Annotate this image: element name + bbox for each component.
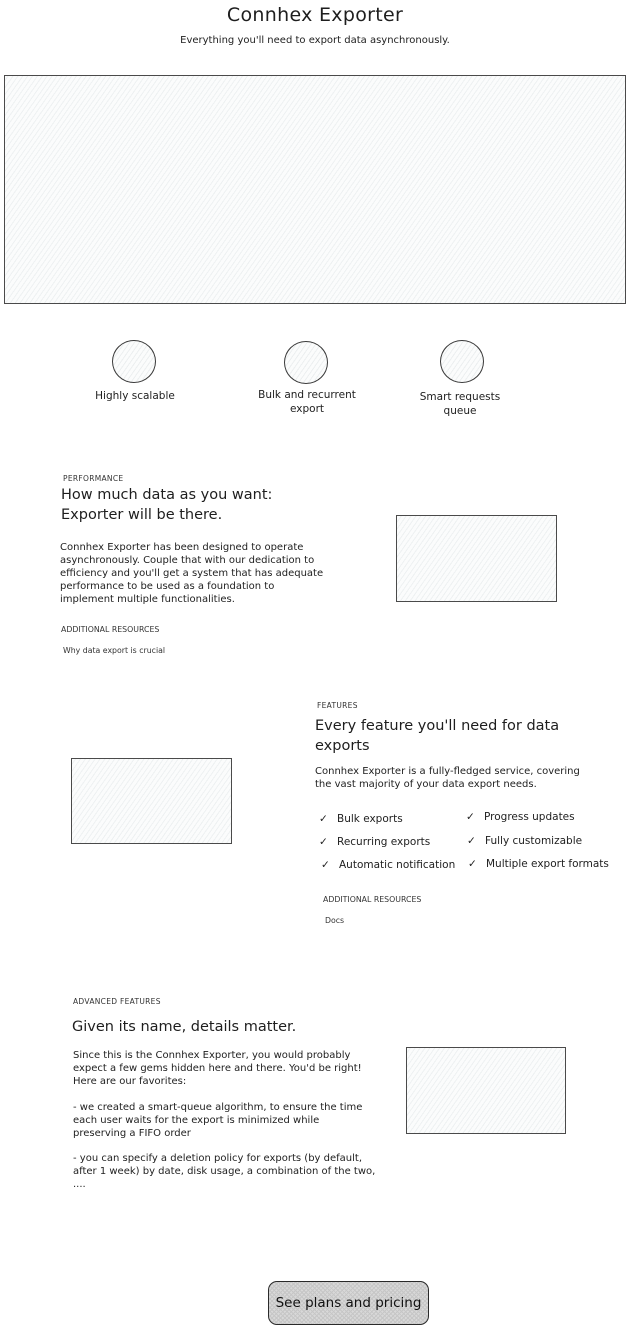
features-resources-label: ADDITIONAL RESOURCES bbox=[323, 895, 422, 904]
performance-heading-line1: How much data as you want: bbox=[61, 487, 273, 503]
highlight-label-bulk: Bulk and recurrent export bbox=[258, 389, 356, 415]
check-icon: ✓ bbox=[321, 859, 330, 871]
check-icon: ✓ bbox=[319, 813, 328, 825]
performance-image-placeholder bbox=[396, 515, 557, 602]
feature-label: Recurring exports bbox=[337, 836, 431, 848]
feature-label: Fully customizable bbox=[485, 835, 583, 847]
features-image-placeholder bbox=[71, 758, 232, 844]
features-eyebrow: FEATURES bbox=[317, 701, 358, 710]
hero-image-placeholder bbox=[4, 75, 626, 304]
highlight-icon-queue bbox=[440, 340, 484, 383]
check-icon: ✓ bbox=[466, 811, 475, 823]
feature-item: ✓ Bulk exports bbox=[319, 813, 403, 825]
advanced-point-1: - we created a smart-queue algorithm, to… bbox=[73, 1102, 363, 1139]
feature-item: ✓ Recurring exports bbox=[319, 836, 430, 848]
performance-eyebrow: PERFORMANCE bbox=[63, 474, 124, 483]
performance-body: Connhex Exporter has been designed to op… bbox=[60, 542, 324, 605]
highlight-icon-bulk bbox=[284, 341, 328, 384]
feature-label: Automatic notification bbox=[339, 859, 456, 871]
performance-heading: How much data as you want: Exporter will… bbox=[61, 485, 361, 525]
feature-label: Progress updates bbox=[484, 811, 575, 823]
performance-resources-label: ADDITIONAL RESOURCES bbox=[61, 625, 160, 634]
performance-heading-line2: Exporter will be there. bbox=[61, 507, 223, 523]
features-heading: Every feature you'll need for data expor… bbox=[315, 718, 560, 754]
advanced-image-placeholder bbox=[406, 1047, 566, 1134]
check-icon: ✓ bbox=[467, 835, 476, 847]
check-icon: ✓ bbox=[319, 836, 328, 848]
feature-item: ✓ Multiple export formats bbox=[468, 858, 609, 870]
feature-label: Bulk exports bbox=[337, 813, 403, 825]
feature-item: ✓ Automatic notification bbox=[321, 859, 455, 871]
advanced-intro: Since this is the Connhex Exporter, you … bbox=[73, 1050, 362, 1087]
page-subtitle: Everything you'll need to export data as… bbox=[180, 35, 450, 46]
feature-label: Multiple export formats bbox=[486, 858, 609, 870]
advanced-eyebrow: ADVANCED FEATURES bbox=[73, 997, 161, 1006]
feature-item: ✓ Fully customizable bbox=[467, 835, 582, 847]
advanced-heading: Given its name, details matter. bbox=[72, 1019, 297, 1035]
features-resource-link[interactable]: Docs bbox=[325, 916, 344, 925]
feature-item: ✓ Progress updates bbox=[466, 811, 575, 823]
page-title: Connhex Exporter bbox=[226, 4, 404, 26]
check-icon: ✓ bbox=[468, 858, 477, 870]
highlight-label-queue: Smart requests queue bbox=[419, 391, 501, 417]
advanced-point-2: - you can specify a deletion policy for … bbox=[73, 1153, 376, 1190]
features-body: Connhex Exporter is a fully-fledged serv… bbox=[315, 766, 580, 790]
highlight-icon-scalable bbox=[112, 340, 156, 383]
see-plans-button[interactable]: See plans and pricing bbox=[268, 1281, 429, 1325]
performance-resource-link[interactable]: Why data export is crucial bbox=[63, 646, 165, 655]
highlight-label-scalable: Highly scalable bbox=[95, 390, 175, 402]
